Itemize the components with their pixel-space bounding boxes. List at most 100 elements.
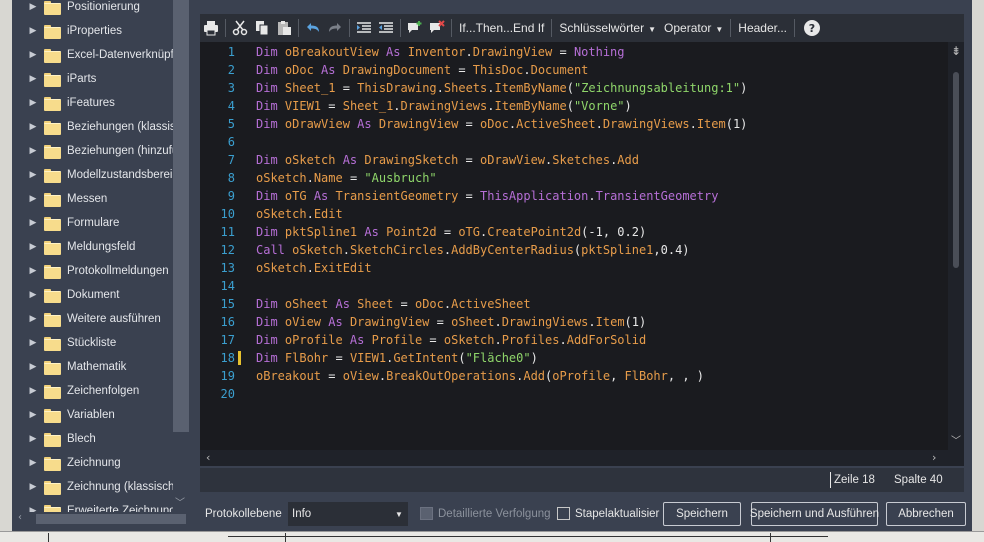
expand-arrow-icon[interactable]: ▶ bbox=[24, 362, 42, 372]
tree-item[interactable]: ▶ Variablen bbox=[14, 403, 189, 427]
chevron-left-icon[interactable]: ‹ bbox=[206, 451, 210, 464]
print-icon[interactable] bbox=[200, 17, 222, 39]
code-line[interactable]: 20 bbox=[200, 385, 948, 403]
tree-item[interactable]: ▶ Mathematik bbox=[14, 355, 189, 379]
code-line[interactable]: 16 Dim oView As DrawingView = oSheet.Draw… bbox=[200, 313, 948, 331]
remove-comment-icon[interactable] bbox=[426, 17, 448, 39]
tree-horizontal-scrollbar[interactable]: ‹ bbox=[14, 512, 189, 526]
expand-arrow-icon[interactable]: ▶ bbox=[24, 218, 42, 228]
tree-item[interactable]: ▶ iProperties bbox=[14, 19, 189, 43]
tree-item[interactable]: ▶ Zeichenfolgen bbox=[14, 379, 189, 403]
editor-vertical-scrollbar[interactable]: ⇟ ﹀ bbox=[948, 42, 964, 450]
tree-item[interactable]: ▶ Meldungsfeld bbox=[14, 235, 189, 259]
expand-arrow-icon[interactable]: ▶ bbox=[24, 434, 42, 444]
tree-item[interactable]: ▶ Dokument bbox=[14, 283, 189, 307]
expand-arrow-icon[interactable]: ▶ bbox=[24, 338, 42, 348]
cut-icon[interactable] bbox=[229, 17, 251, 39]
save-and-run-button[interactable]: Speichern und Ausführen bbox=[750, 502, 879, 526]
tree-item[interactable]: ▶ iParts bbox=[14, 67, 189, 91]
add-comment-icon[interactable] bbox=[404, 17, 426, 39]
header-button[interactable]: Header... bbox=[734, 21, 791, 35]
expand-arrow-icon[interactable]: ▶ bbox=[24, 386, 42, 396]
tree-item[interactable]: ▶ Messen bbox=[14, 187, 189, 211]
tree-item[interactable]: ▶ Blech bbox=[14, 427, 189, 451]
code-token: Sheets bbox=[443, 81, 488, 95]
code-line[interactable]: 6 bbox=[200, 133, 948, 151]
tree-item[interactable]: ▶ Modellzustandsbereich bbox=[14, 163, 189, 187]
redo-icon[interactable] bbox=[324, 17, 346, 39]
tree-item[interactable]: ▶ Zeichnung bbox=[14, 451, 189, 475]
if-then-button[interactable]: If...Then...End If bbox=[455, 21, 548, 35]
keywords-dropdown[interactable]: Schlüsselwörter ▼ bbox=[555, 21, 660, 35]
help-icon[interactable]: ? bbox=[804, 20, 820, 36]
code-line[interactable]: 15 Dim oSheet As Sheet = oDoc.ActiveSheet bbox=[200, 295, 948, 313]
expand-arrow-icon[interactable]: ▶ bbox=[24, 146, 42, 156]
expand-arrow-icon[interactable]: ▶ bbox=[24, 410, 42, 420]
tree-item[interactable]: ▶ Protokollmeldungen bbox=[14, 259, 189, 283]
tree-item[interactable]: ▶ Weitere ausführen bbox=[14, 307, 189, 331]
line-indicator: Zeile 18 bbox=[834, 474, 875, 486]
expand-arrow-icon[interactable]: ▶ bbox=[24, 50, 42, 60]
code-line[interactable]: 2 Dim oDoc As DrawingDocument = ThisDoc.D… bbox=[200, 61, 948, 79]
code-line[interactable]: 18 Dim FlBohr = VIEW1.GetIntent("Fläche0"… bbox=[200, 349, 948, 367]
expand-arrow-icon[interactable]: ▶ bbox=[24, 482, 42, 492]
chevron-down-icon[interactable]: ﹀ bbox=[951, 432, 961, 447]
chevron-left-icon[interactable]: ‹ bbox=[18, 512, 22, 523]
code-line[interactable]: 13 oSketch.ExitEdit bbox=[200, 259, 948, 277]
tree-item[interactable]: ▶ Excel-Datenverknüpfu bbox=[14, 43, 189, 67]
tree-item[interactable]: ▶ Positionierung bbox=[14, 0, 189, 19]
split-handle-icon[interactable]: ⇟ bbox=[951, 44, 961, 58]
code-line[interactable]: 9 Dim oTG As TransientGeometry = ThisAppl… bbox=[200, 187, 948, 205]
code-line[interactable]: 19 oBreakout = oView.BreakOutOperations.A… bbox=[200, 367, 948, 385]
code-editor[interactable]: 1 Dim oBreakoutView As Inventor.DrawingVi… bbox=[200, 42, 948, 450]
copy-icon[interactable] bbox=[251, 17, 273, 39]
tree-item[interactable]: ▶ Formulare bbox=[14, 211, 189, 235]
expand-arrow-icon[interactable]: ▶ bbox=[24, 242, 42, 252]
tree-scroll-thumb[interactable] bbox=[173, 0, 189, 432]
code-line[interactable]: 10 oSketch.Edit bbox=[200, 205, 948, 223]
tree-vertical-scrollbar[interactable]: ﹀ bbox=[173, 0, 189, 512]
expand-arrow-icon[interactable]: ▶ bbox=[24, 122, 42, 132]
expand-arrow-icon[interactable]: ▶ bbox=[24, 170, 42, 180]
paste-icon[interactable] bbox=[273, 17, 295, 39]
code-line[interactable]: 7 Dim oSketch As DrawingSketch = oDrawVie… bbox=[200, 151, 948, 169]
detailed-trace-checkbox[interactable] bbox=[420, 507, 433, 520]
code-line[interactable]: 17 Dim oProfile As Profile = oSketch.Prof… bbox=[200, 331, 948, 349]
tree-item[interactable]: ▶ Zeichnung (klassisch) bbox=[14, 475, 189, 499]
tree-item[interactable]: ▶ Beziehungen (hinzufüg bbox=[14, 139, 189, 163]
tree-hscroll-thumb[interactable] bbox=[36, 514, 186, 524]
expand-arrow-icon[interactable]: ▶ bbox=[24, 74, 42, 84]
log-level-select[interactable]: Info ▼ bbox=[288, 502, 408, 526]
tree-item[interactable]: ▶ Erweiterte Zeichnung bbox=[14, 499, 189, 512]
expand-arrow-icon[interactable]: ▶ bbox=[24, 98, 42, 108]
expand-arrow-icon[interactable]: ▶ bbox=[24, 290, 42, 300]
code-line[interactable]: 4 Dim VIEW1 = Sheet_1.DrawingViews.ItemBy… bbox=[200, 97, 948, 115]
outdent-icon[interactable] bbox=[375, 17, 397, 39]
expand-arrow-icon[interactable]: ▶ bbox=[24, 266, 42, 276]
expand-arrow-icon[interactable]: ▶ bbox=[24, 2, 42, 12]
stack-update-checkbox[interactable] bbox=[557, 507, 570, 520]
code-line[interactable]: 1 Dim oBreakoutView As Inventor.DrawingVi… bbox=[200, 43, 948, 61]
code-line[interactable]: 14 bbox=[200, 277, 948, 295]
tree-item[interactable]: ▶ Stückliste bbox=[14, 331, 189, 355]
code-line[interactable]: 8 oSketch.Name = "Ausbruch" bbox=[200, 169, 948, 187]
save-button[interactable]: Speichern bbox=[663, 502, 741, 526]
indent-icon[interactable] bbox=[353, 17, 375, 39]
tree-item[interactable]: ▶ Beziehungen (klassisch bbox=[14, 115, 189, 139]
code-line[interactable]: 3 Dim Sheet_1 = ThisDrawing.Sheets.ItemBy… bbox=[200, 79, 948, 97]
expand-arrow-icon[interactable]: ▶ bbox=[24, 458, 42, 468]
chevron-right-icon[interactable]: › bbox=[932, 451, 936, 464]
cancel-button[interactable]: Abbrechen bbox=[886, 502, 966, 526]
editor-horizontal-scrollbar[interactable]: ‹ › bbox=[200, 450, 948, 466]
expand-arrow-icon[interactable]: ▶ bbox=[24, 314, 42, 324]
code-line[interactable]: 12 Call oSketch.SketchCircles.AddByCenter… bbox=[200, 241, 948, 259]
code-line[interactable]: 5 Dim oDrawView As DrawingView = oDoc.Act… bbox=[200, 115, 948, 133]
undo-icon[interactable] bbox=[302, 17, 324, 39]
operator-dropdown[interactable]: Operator ▼ bbox=[660, 21, 727, 35]
expand-arrow-icon[interactable]: ▶ bbox=[24, 194, 42, 204]
tree-item[interactable]: ▶ iFeatures bbox=[14, 91, 189, 115]
code-line[interactable]: 11 Dim pktSpline1 As Point2d = oTG.Create… bbox=[200, 223, 948, 241]
editor-scroll-thumb[interactable] bbox=[953, 72, 959, 268]
chevron-down-icon[interactable]: ﹀ bbox=[175, 494, 185, 509]
expand-arrow-icon[interactable]: ▶ bbox=[24, 26, 42, 36]
